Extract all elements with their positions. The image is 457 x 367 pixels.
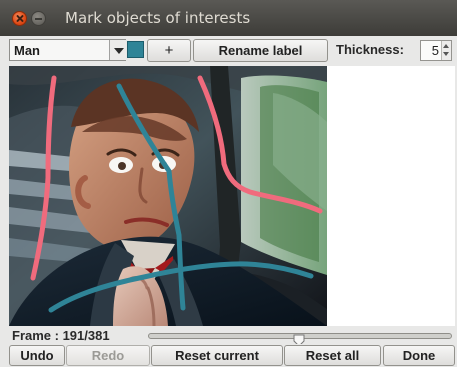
frame-slider[interactable] [148, 333, 452, 347]
pink-stroke-left [30, 75, 57, 281]
frame-navigation: Frame : 191/381 [0, 326, 457, 347]
add-label-button[interactable]: + [147, 39, 191, 62]
thickness-value[interactable]: 5 [432, 43, 439, 58]
canvas-empty-area [327, 66, 455, 326]
done-button[interactable]: Done [383, 345, 455, 366]
reset-all-button[interactable]: Reset all [284, 345, 381, 366]
label-color-swatch[interactable] [127, 41, 144, 58]
spinner-arrows[interactable] [441, 41, 451, 60]
reset-current-button[interactable]: Reset current [151, 345, 283, 366]
mark-objects-window: Mark objects of interests Man + Rename l… [0, 0, 457, 367]
annotation-canvas[interactable] [9, 66, 455, 326]
frame-counter: Frame : 191/381 [12, 328, 110, 343]
title-bar: Mark objects of interests [0, 0, 457, 36]
chevron-down-icon[interactable] [109, 40, 126, 60]
minimize-icon[interactable] [31, 11, 46, 26]
action-buttons: Undo Redo Reset current Reset all Done [0, 344, 457, 367]
video-frame[interactable] [9, 66, 327, 326]
undo-button[interactable]: Undo [9, 345, 65, 366]
redo-button: Redo [66, 345, 150, 366]
pink-stroke-right [197, 75, 323, 214]
caret-down-icon[interactable] [443, 52, 449, 56]
caret-up-icon[interactable] [443, 44, 449, 48]
toolbar: Man + Rename label Thickness: 5 [0, 36, 457, 66]
rename-label-button[interactable]: Rename label [193, 39, 328, 62]
thickness-spinner[interactable]: 5 [420, 40, 452, 61]
label-select-value: Man [14, 43, 40, 58]
thickness-label: Thickness: [336, 42, 404, 57]
close-icon[interactable] [12, 11, 27, 26]
window-title: Mark objects of interests [65, 9, 251, 27]
annotation-strokes [30, 75, 323, 313]
label-select[interactable]: Man [9, 39, 126, 61]
